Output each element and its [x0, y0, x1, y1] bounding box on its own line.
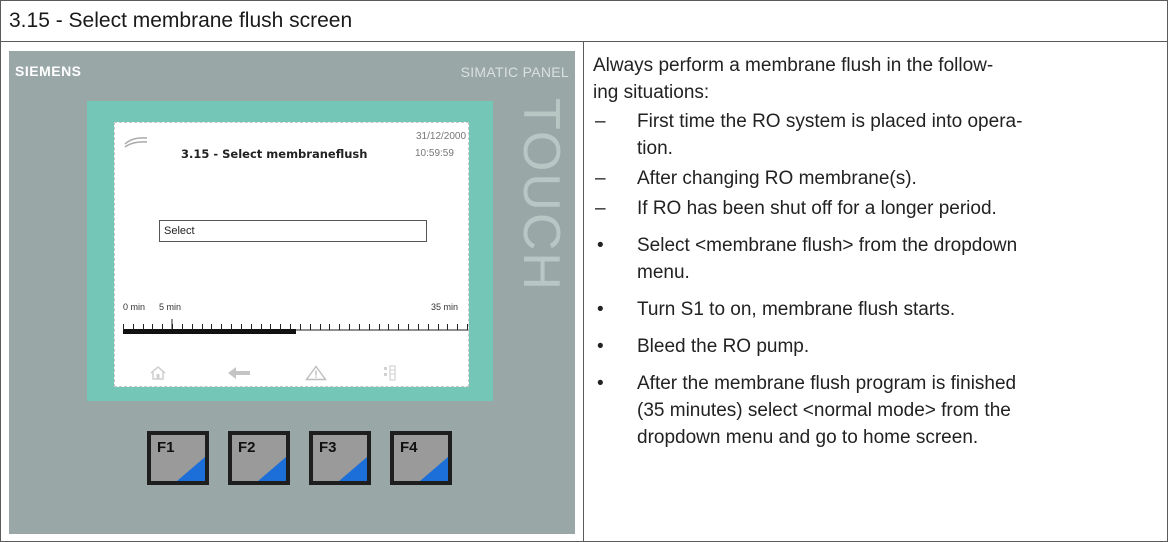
back-arrow-icon[interactable]	[226, 365, 252, 381]
f3-key[interactable]: F3	[309, 431, 371, 485]
bullet-marker: •	[597, 299, 604, 320]
step-text: After the membrane flush program is fini…	[637, 373, 1017, 394]
screen-title: 3.15 - Select membraneflush	[181, 147, 368, 161]
step-text: menu.	[637, 262, 690, 283]
mode-dropdown[interactable]: Select	[159, 220, 427, 242]
home-icon[interactable]	[149, 365, 167, 381]
f1-key-triangle-icon	[177, 457, 205, 481]
flush-progress-timeline	[123, 319, 468, 334]
step-text: dropdown menu and go to home screen.	[637, 427, 979, 448]
dash-marker: –	[595, 111, 606, 132]
f4-key-label: F4	[400, 439, 418, 456]
hmi-panel: SIEMENS SIMATIC PANEL TOUCH 3.15 - Selec…	[9, 51, 575, 534]
dash-marker: –	[595, 168, 606, 189]
step-text: Turn S1 to on, membrane flush starts.	[637, 299, 956, 320]
simatic-panel-label: SIMATIC PANEL	[460, 64, 569, 80]
situation-item: – After changing RO membrane(s).	[593, 165, 1158, 192]
bullet-marker: •	[597, 235, 604, 256]
f2-key[interactable]: F2	[228, 431, 290, 485]
situation-text: If RO has been shut off for a longer per…	[637, 198, 997, 219]
f3-key-label: F3	[319, 439, 337, 456]
instructions: Always perform a membrane flush in the f…	[593, 52, 1158, 451]
f1-key[interactable]: F1	[147, 431, 209, 485]
section-header: 3.15 - Select membrane flush screen	[1, 1, 1167, 42]
bullet-marker: •	[597, 336, 604, 357]
screen-time: 10:59:59	[415, 148, 454, 159]
warning-icon[interactable]	[305, 365, 327, 381]
company-logo-icon	[124, 137, 148, 148]
settings-icon[interactable]	[383, 365, 399, 381]
timeline-start-label: 0 min	[123, 302, 146, 312]
f2-key-label: F2	[238, 439, 256, 456]
timeline-end-label: 35 min	[431, 302, 459, 312]
timeline-mid-label: 5 min	[159, 302, 182, 312]
intro-line: ing situations:	[593, 82, 710, 103]
step-item: • Bleed the RO pump.	[593, 333, 1158, 360]
screen-bezel: 3.15 - Select membraneflush 31/12/2000 1…	[87, 101, 493, 401]
situation-text: tion.	[637, 138, 673, 159]
situation-text: First time the RO system is placed into …	[637, 111, 1023, 132]
step-item: • Turn S1 to on, membrane flush starts.	[593, 296, 1158, 323]
intro-paragraph: Always perform a membrane flush in the f…	[593, 52, 1158, 106]
f1-key-label: F1	[157, 439, 175, 456]
f3-key-triangle-icon	[339, 457, 367, 481]
situation-item: – If RO has been shut off for a longer p…	[593, 195, 1158, 222]
touch-label: TOUCH	[512, 98, 570, 292]
step-item: • After the membrane flush program is fi…	[593, 370, 1158, 451]
situation-text: After changing RO membrane(s).	[637, 168, 917, 189]
siemens-logo: SIEMENS	[15, 63, 82, 79]
f2-key-triangle-icon	[258, 457, 286, 481]
bullet-marker: •	[597, 373, 604, 394]
screen-date: 31/12/2000	[416, 131, 467, 142]
f4-key[interactable]: F4	[390, 431, 452, 485]
f4-key-triangle-icon	[420, 457, 448, 481]
hmi-screen: 3.15 - Select membraneflush 31/12/2000 1…	[114, 122, 469, 387]
dash-marker: –	[595, 198, 606, 219]
column-divider	[583, 42, 584, 541]
section-title: 3.15 - Select membrane flush screen	[9, 9, 353, 32]
situation-item: – First time the RO system is placed int…	[593, 108, 1158, 162]
step-text: Bleed the RO pump.	[637, 336, 810, 357]
mode-dropdown-value: Select	[164, 225, 195, 237]
intro-line: Always perform a membrane flush in the f…	[593, 55, 994, 76]
step-item: • Select <membrane flush> from the dropd…	[593, 232, 1158, 286]
step-text: (35 minutes) select <normal mode> from t…	[637, 400, 1011, 421]
step-text: Select <membrane flush> from the dropdow…	[637, 235, 1018, 256]
